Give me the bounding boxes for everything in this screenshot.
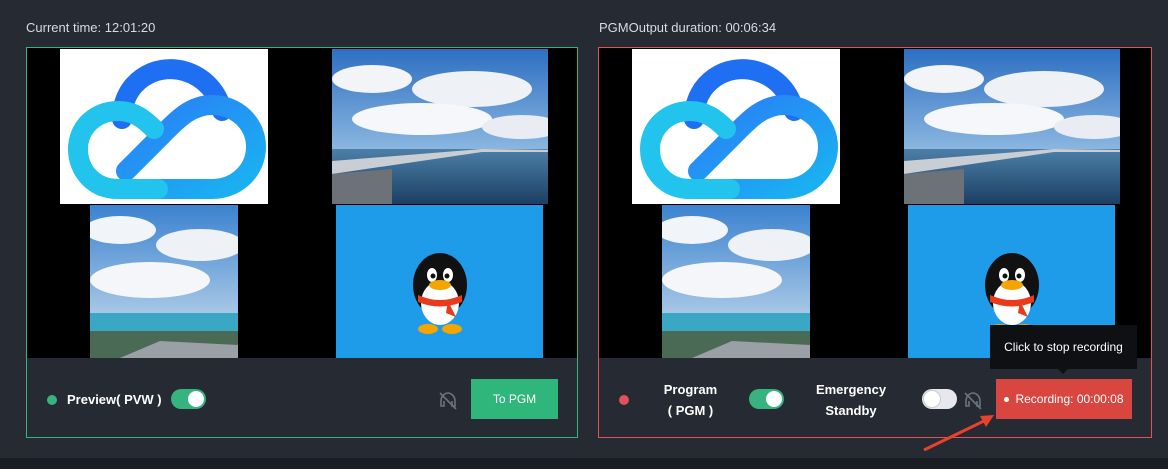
sea-photo (332, 49, 548, 204)
sea-photo (904, 49, 1120, 204)
program-label: Program ( PGM ) (653, 379, 728, 421)
program-label-line2: ( PGM ) (667, 403, 714, 418)
qq-penguin-tile (336, 205, 543, 358)
coast-photo (662, 205, 810, 358)
program-label-line1: Program (663, 382, 718, 397)
coast-photo-tile (662, 205, 810, 358)
tencent-cloud-logo (639, 59, 839, 199)
muted-speaker-icon[interactable] (438, 391, 458, 411)
emergency-label-line2: Standby (825, 403, 877, 418)
emergency-label: Emergency Standby (811, 379, 891, 421)
coast-photo (90, 205, 238, 358)
recording-label: Recording: 00:00:08 (1015, 392, 1124, 406)
emergency-label-line1: Emergency (815, 382, 887, 397)
program-toggle[interactable] (749, 389, 784, 409)
emergency-toggle[interactable] (922, 389, 957, 409)
program-status-dot (619, 395, 629, 405)
muted-speaker-icon[interactable] (963, 391, 983, 411)
cloud-logo-tile (632, 49, 840, 204)
current-time-label: Current time: 12:01:20 (26, 20, 156, 35)
stop-recording-button[interactable]: Recording: 00:00:08 (996, 379, 1132, 419)
qq-penguin-icon (413, 253, 467, 334)
pgm-duration-label: PGMOutput duration: 00:06:34 (599, 20, 777, 35)
annotation-arrow-icon (923, 415, 994, 452)
tooltip-arrow (1057, 368, 1069, 374)
tencent-cloud-logo (67, 59, 267, 199)
preview-toggle[interactable] (171, 389, 206, 409)
preview-screen (27, 48, 577, 358)
preview-status-dot (47, 395, 57, 405)
coast-photo-tile (90, 205, 238, 358)
bottom-strip (0, 458, 1168, 469)
stop-recording-tooltip: Click to stop recording (990, 325, 1137, 369)
preview-frame: Preview( PVW ) To PGM (26, 47, 578, 438)
sea-bridge-tile (332, 49, 548, 204)
sea-bridge-tile (904, 49, 1120, 204)
preview-label: Preview( PVW ) (67, 392, 162, 407)
to-pgm-button[interactable]: To PGM (471, 379, 558, 419)
program-screen (599, 48, 1151, 358)
cloud-logo-tile (60, 49, 268, 204)
preview-controls: Preview( PVW ) To PGM (27, 358, 577, 437)
program-frame: Program ( PGM ) Emergency Standby Record… (598, 47, 1152, 438)
recording-dot-icon (1004, 396, 1010, 402)
